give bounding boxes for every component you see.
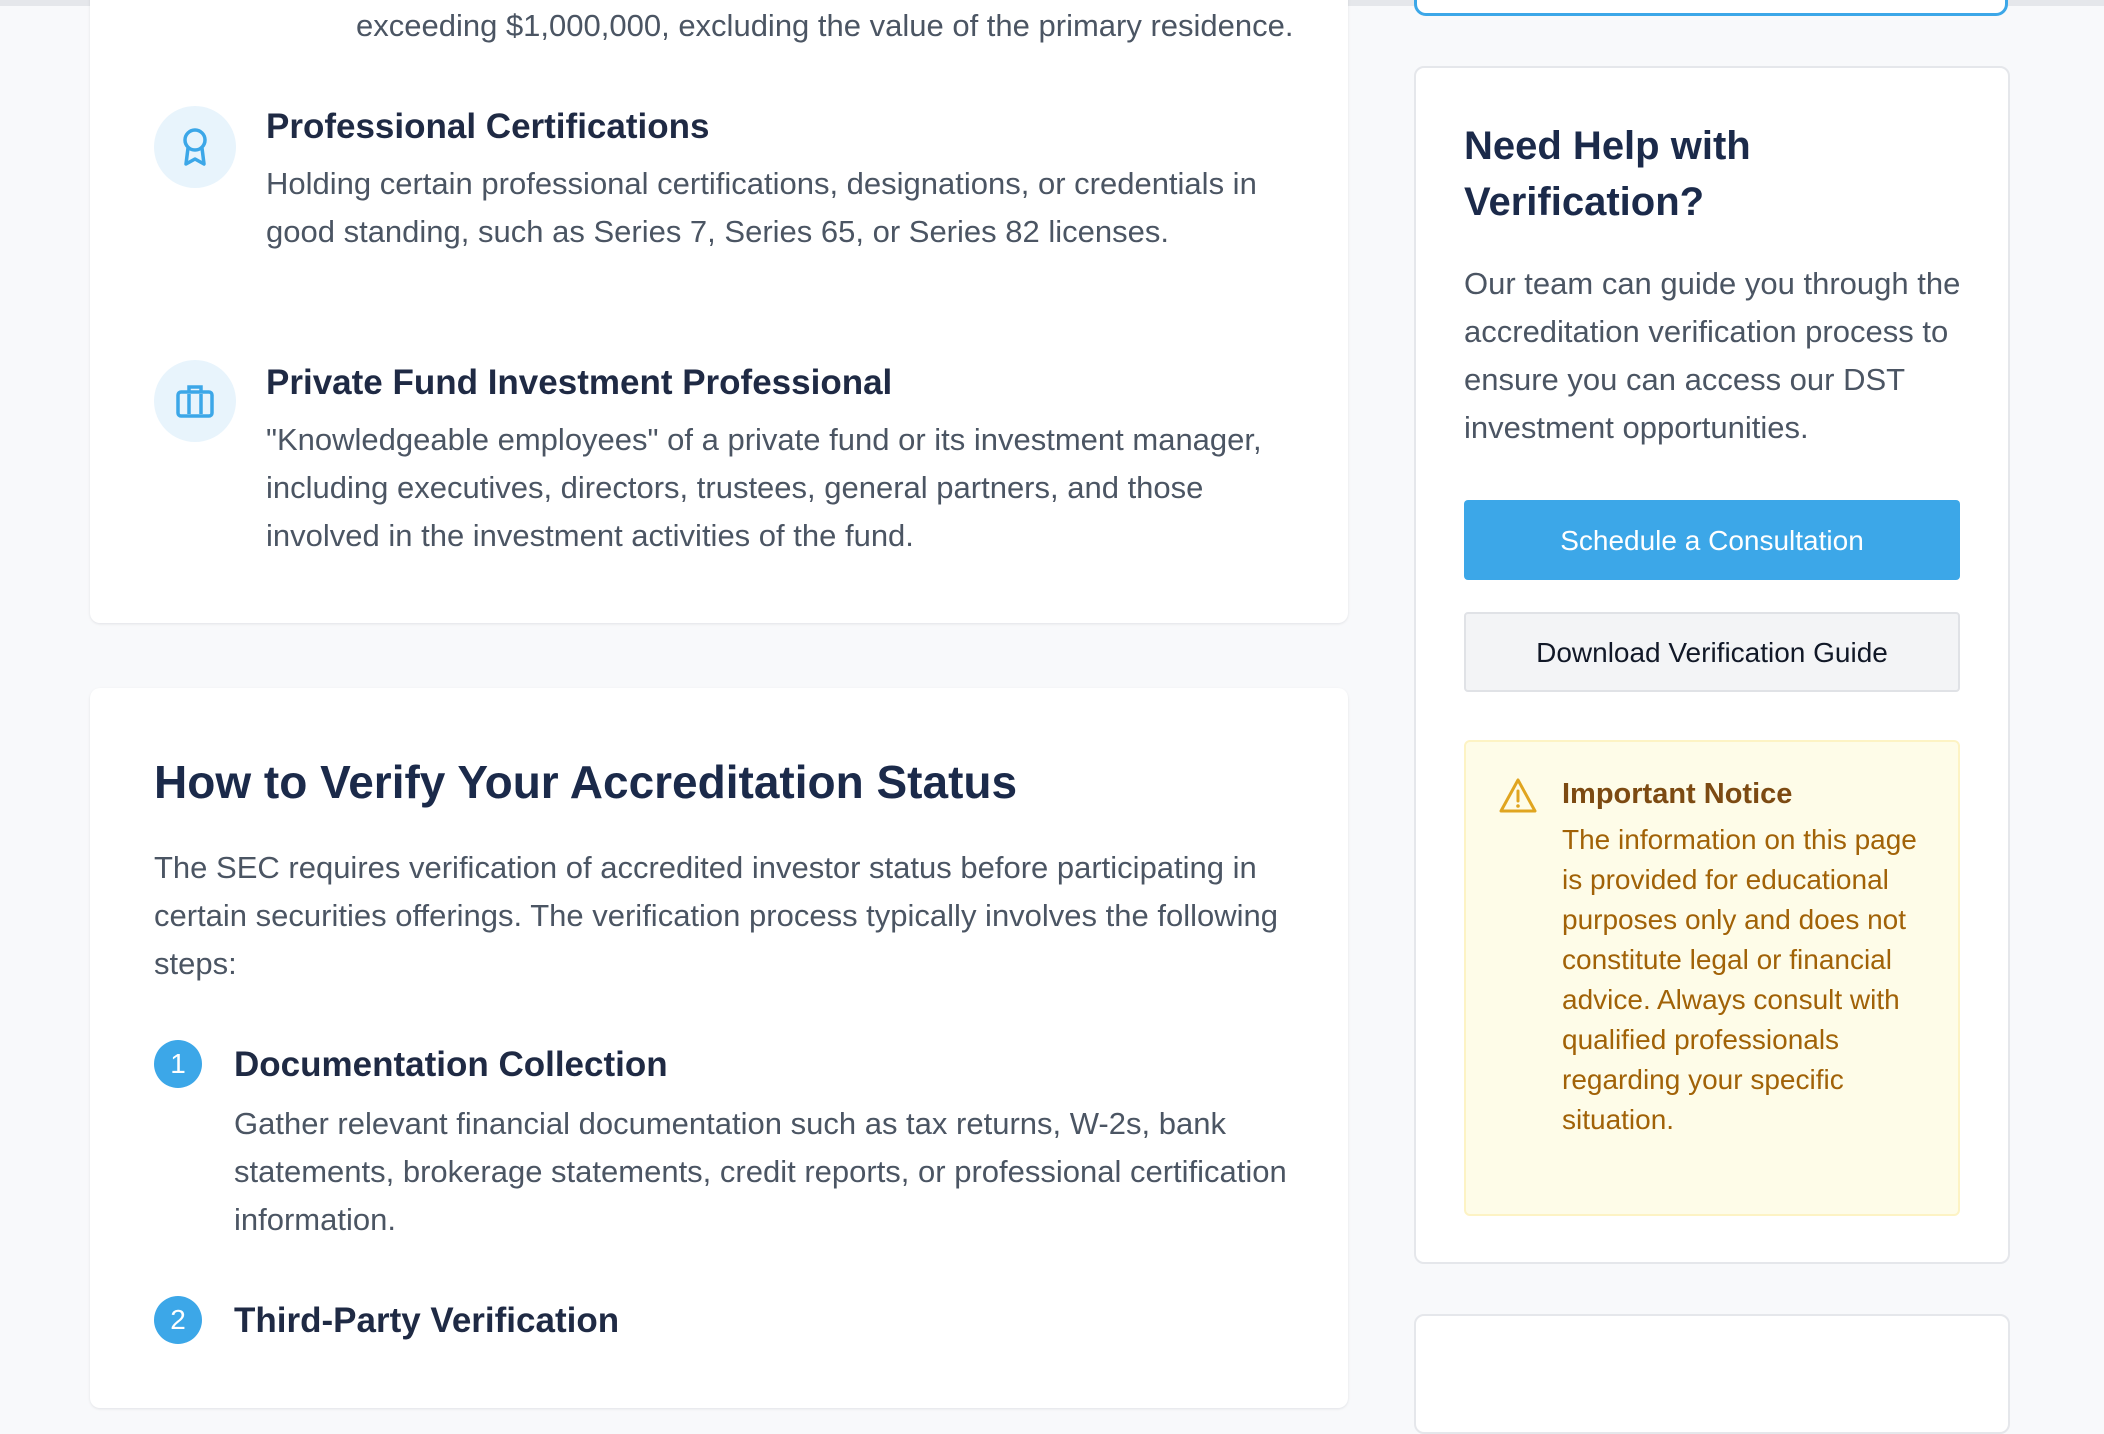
step-number-badge: 2 <box>154 1296 202 1344</box>
criteria-description: "Knowledgeable employees" of a private f… <box>266 422 1262 553</box>
step-description: Gather relevant financial documentation … <box>234 1106 1287 1237</box>
step-title: Documentation Collection <box>234 1045 668 1084</box>
download-guide-button[interactable]: Download Verification Guide <box>1464 612 1960 692</box>
notice-text: The information on this page is provided… <box>1562 824 1917 1135</box>
criteria-title: Professional Certifications <box>266 107 710 146</box>
criteria-description: Holding certain professional certificati… <box>266 166 1257 249</box>
verification-help-card: Need Help with Verification? Our team ca… <box>1414 66 2010 1264</box>
step-number-badge: 1 <box>154 1040 202 1088</box>
verification-steps-card: How to Verify Your Accreditation Status … <box>90 688 1348 1408</box>
notice-title: Important Notice <box>1562 778 1793 810</box>
important-notice-box: Important Notice The information on this… <box>1464 740 1960 1216</box>
criteria-title: Private Fund Investment Professional <box>266 363 893 402</box>
sidebar-previous-card <box>1414 0 2008 16</box>
step-title: Third-Party Verification <box>234 1301 620 1340</box>
warning-triangle-icon <box>1499 778 1537 813</box>
help-title: Need Help with Verification? <box>1464 124 1751 224</box>
accreditation-criteria-card: exceeding $1,000,000, excluding the valu… <box>90 0 1348 623</box>
section-title: How to Verify Your Accreditation Status <box>154 756 1018 808</box>
briefcase-icon <box>154 360 236 442</box>
schedule-consultation-button[interactable]: Schedule a Consultation <box>1464 500 1960 580</box>
help-text: Our team can guide you through the accre… <box>1464 266 1961 445</box>
criteria-fragment-text: exceeding $1,000,000, excluding the valu… <box>356 8 1294 43</box>
award-ribbon-icon <box>154 106 236 188</box>
section-intro: The SEC requires verification of accredi… <box>154 850 1278 981</box>
sidebar-next-card <box>1414 1314 2010 1434</box>
